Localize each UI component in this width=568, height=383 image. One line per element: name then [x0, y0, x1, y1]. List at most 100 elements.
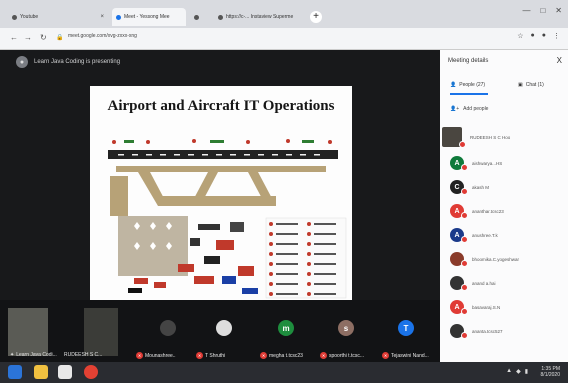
participant-avatar: [450, 324, 468, 339]
participant-tile[interactable]: [150, 320, 186, 356]
participant-avatar: [450, 252, 468, 267]
participant-avatar: T: [398, 320, 414, 336]
participant-name: ✕ T Shruthi: [196, 352, 226, 359]
participant-list-item[interactable]: A basavaraj.S.N: [450, 298, 562, 316]
participant-list-item[interactable]: C akash M: [450, 178, 562, 196]
tab-favicon-icon: [194, 14, 199, 20]
participant-name: RUDEESH S C...: [64, 352, 103, 358]
participant-avatar: A: [450, 204, 468, 219]
pin-icon[interactable]: ✦: [10, 352, 14, 358]
participant-video-thumbnail[interactable]: [8, 308, 48, 356]
airport-diagram: [108, 139, 347, 299]
browser-tab[interactable]: https://c-... Instaview Superme: [214, 8, 304, 26]
browser-tab[interactable]: Youtube ×: [8, 8, 108, 26]
extension-icon[interactable]: ●: [531, 32, 535, 40]
new-tab-button[interactable]: +: [310, 11, 322, 23]
screen: Youtube × Meet - Yessong Mee https://c-.…: [0, 0, 568, 383]
participant-list-item[interactable]: A ananthar.tcsc23: [450, 202, 562, 220]
profile-icon[interactable]: ●: [542, 32, 546, 40]
participant-avatar: [450, 276, 468, 291]
add-people-button[interactable]: 👤+ Add people: [450, 106, 488, 112]
add-person-icon: 👤+: [450, 106, 460, 112]
volume-icon[interactable]: ◆: [516, 368, 521, 375]
active-tab-indicator: [450, 93, 488, 95]
tab-favicon-icon: [116, 14, 121, 20]
slide-title: Airport and Aircraft IT Operations: [107, 98, 335, 114]
star-icon[interactable]: ☆: [517, 32, 523, 40]
forward-icon[interactable]: →: [24, 33, 32, 42]
meeting-details-panel: Meeting details X 👤 People (27) ▣ Chat (…: [440, 50, 568, 362]
extension-icons: ☆ ● ● ⋮: [517, 32, 560, 40]
participant-tile[interactable]: s: [328, 320, 364, 356]
muted-mic-icon: ✕: [136, 352, 143, 359]
app-icon[interactable]: [58, 365, 72, 379]
taxiway: [116, 166, 326, 172]
clock[interactable]: 1:35 PM 8/1/2020: [541, 366, 560, 378]
network-icon[interactable]: ▲: [506, 368, 512, 375]
tab-favicon-icon: [218, 14, 223, 20]
participant-avatar: s: [338, 320, 354, 336]
system-tray: ▲ ◆ ▮: [506, 368, 528, 375]
maximize-icon[interactable]: □: [540, 6, 545, 15]
chrome-icon[interactable]: [84, 365, 98, 379]
legend-box: [265, 217, 347, 299]
tab-favicon-icon: [12, 14, 17, 20]
close-window-icon[interactable]: ✕: [555, 6, 562, 15]
muted-mic-icon: ✕: [320, 352, 327, 359]
participant-video-thumbnail[interactable]: [84, 308, 118, 356]
tab-label: Meet - Yessong Mee: [124, 14, 170, 20]
tab-close-icon[interactable]: ×: [100, 14, 104, 20]
tab-chat[interactable]: ▣ Chat (1): [518, 82, 544, 88]
back-icon[interactable]: ←: [10, 33, 18, 42]
address-bar: ← → ↻ 🔒 meet.google.com/xvg-zxxx-xng ☆ ●…: [0, 28, 568, 50]
participant-avatar: A: [450, 156, 468, 171]
muted-mic-icon: ✕: [196, 352, 203, 359]
participant-name: ✕ Tejaswini Nand...: [382, 352, 429, 359]
participant-name: ✕ spoorthi t.tcsc...: [320, 352, 365, 359]
minimize-icon[interactable]: —: [522, 6, 530, 15]
participant-list-item[interactable]: bhoomika.C.yogeshwar: [450, 250, 562, 268]
participant-avatar: m: [278, 320, 294, 336]
participant-avatar: [216, 320, 232, 336]
participant-avatar: [442, 127, 466, 148]
runway-markings: [118, 154, 320, 156]
start-icon[interactable]: [8, 365, 22, 379]
participant-list-item[interactable]: RUDEESH S C Hoo: [442, 127, 554, 148]
panel-title: Meeting details: [448, 58, 489, 64]
participant-name: ✕ Mounashree..: [136, 352, 176, 359]
participant-avatar: A: [450, 228, 468, 243]
window-controls: — □ ✕: [522, 6, 562, 15]
browser-tab-strip: Youtube × Meet - Yessong Mee https://c-.…: [0, 0, 568, 28]
presentation-slide: Airport and Aircraft IT Operations: [90, 86, 352, 306]
participant-list-item[interactable]: A aishwarya...HS: [450, 154, 562, 172]
participant-tile[interactable]: T: [388, 320, 424, 356]
url-text[interactable]: meet.google.com/xvg-zxxx-xng: [68, 33, 137, 39]
participant-list-item[interactable]: anand a.hai: [450, 274, 562, 292]
tab-people[interactable]: 👤 People (27): [450, 82, 485, 88]
file-explorer-icon[interactable]: [34, 365, 48, 379]
taskbar: ▲ ◆ ▮ 1:35 PM 8/1/2020: [0, 362, 568, 383]
participant-strip: m s T ✦ Learn Java Codi... RUDEESH S C..…: [0, 300, 440, 362]
menu-icon[interactable]: ⋮: [553, 32, 560, 40]
participant-tile[interactable]: [206, 320, 242, 356]
participant-name: ✦ Learn Java Codi...: [10, 352, 57, 358]
close-panel-icon[interactable]: X: [557, 56, 562, 65]
participant-avatar: [160, 320, 176, 336]
reload-icon[interactable]: ↻: [40, 33, 47, 42]
browser-tab-active[interactable]: Meet - Yessong Mee: [112, 8, 186, 26]
tab-label: Youtube: [20, 14, 39, 20]
people-icon: 👤: [450, 82, 457, 88]
browser-tab[interactable]: [190, 8, 212, 26]
participant-tile[interactable]: m: [268, 320, 304, 356]
lock-icon: 🔒: [56, 35, 64, 41]
muted-mic-icon: ✕: [382, 352, 389, 359]
battery-icon[interactable]: ▮: [525, 368, 528, 375]
presenter-avatar: ●: [16, 56, 28, 68]
participant-list-item[interactable]: ananta.tcsc527: [450, 322, 562, 340]
participant-list-item[interactable]: A anushree.T.k: [450, 226, 562, 244]
presenting-banner: ● Learn Java Coding is presenting: [16, 56, 120, 68]
runway-markers: [124, 140, 314, 143]
tab-label: https://c-... Instaview Superme: [226, 14, 294, 20]
apron-west: [110, 176, 128, 216]
participant-avatar: A: [450, 300, 468, 315]
